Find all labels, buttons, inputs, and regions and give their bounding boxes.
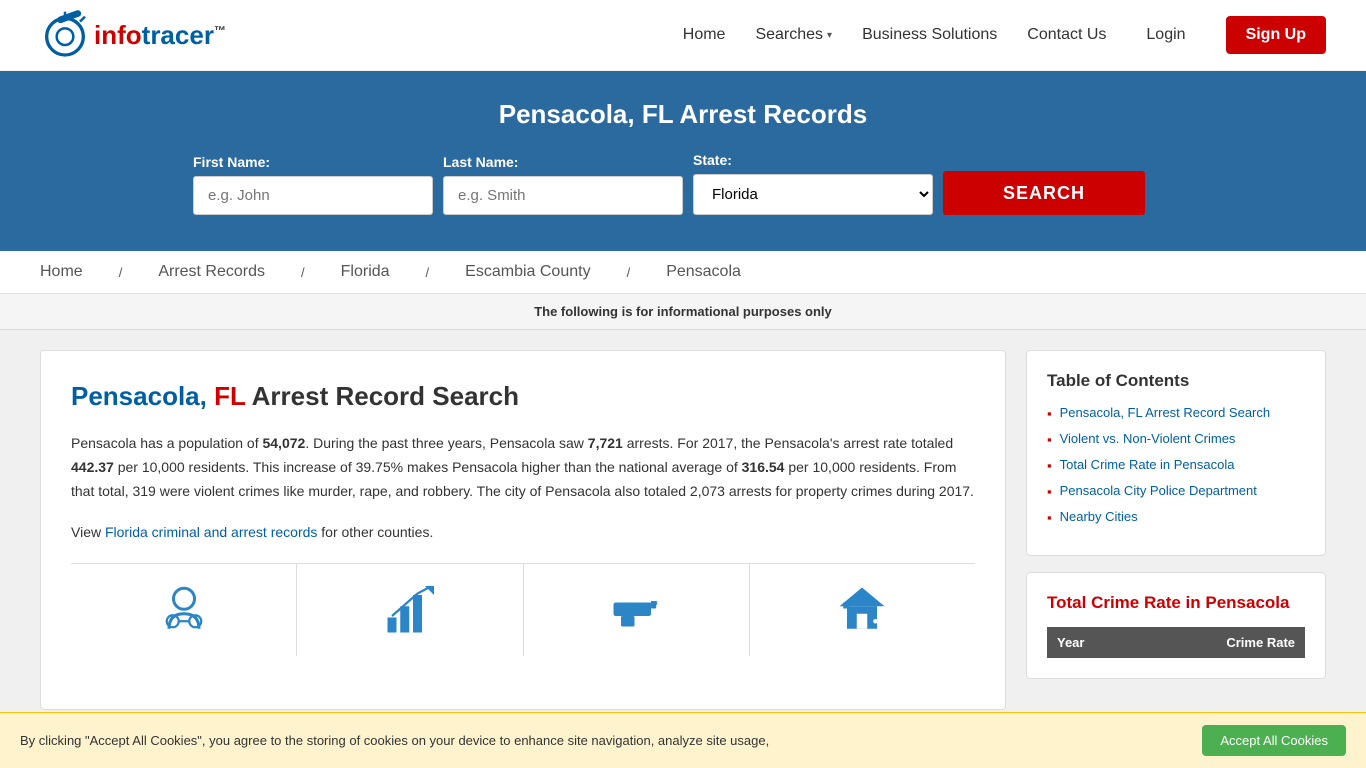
body-text-3: arrests. For 2017, the Pensacola's arres… [623, 435, 953, 451]
state-label: State: [693, 152, 732, 168]
search-button[interactable]: SEARCH [943, 171, 1145, 215]
breadcrumb-escambia[interactable]: Escambia County [465, 263, 590, 281]
cookie-bar-text: By clicking "Accept All Cookies", you ag… [20, 733, 1202, 748]
article-link-para: View Florida criminal and arrest records… [71, 521, 975, 545]
info-bar-text: The following is for informational purpo… [534, 304, 832, 319]
logo: infotracer™ [40, 10, 226, 60]
toc-item-4: Pensacola City Police Department [1047, 483, 1305, 499]
header: infotracer™ Home Searches ▾ Business Sol… [0, 0, 1366, 71]
search-form: First Name: Last Name: State: Florida Al… [193, 152, 1173, 215]
body-text-4: per 10,000 residents. This increase of 3… [114, 459, 742, 475]
last-name-group: Last Name: [443, 154, 683, 215]
breadcrumb-florida[interactable]: Florida [341, 263, 390, 281]
house-icon [832, 580, 892, 640]
main-nav: Home Searches ▾ Business Solutions Conta… [683, 16, 1326, 54]
icons-row [71, 563, 975, 656]
col-year: Year [1047, 627, 1137, 658]
crime-rate-title: Total Crime Rate in Pensacola [1047, 593, 1305, 613]
hero-section: Pensacola, FL Arrest Records First Name:… [0, 71, 1366, 251]
arrest-icon [154, 580, 214, 640]
nav-home[interactable]: Home [683, 26, 726, 44]
breadcrumb-sep2: / [301, 265, 305, 280]
breadcrumb-pensacola[interactable]: Pensacola [666, 263, 741, 281]
crime-rate-box: Total Crime Rate in Pensacola Year Crime… [1026, 572, 1326, 679]
icon-cell-4 [750, 564, 975, 656]
toc-item-3: Total Crime Rate in Pensacola [1047, 457, 1305, 473]
sidebar: Table of Contents Pensacola, FL Arrest R… [1026, 350, 1326, 710]
article-title: Pensacola, FL Arrest Record Search [71, 381, 975, 412]
icon-cell-3 [524, 564, 750, 656]
toc-link-3[interactable]: Total Crime Rate in Pensacola [1060, 457, 1235, 472]
toc-item-1: Pensacola, FL Arrest Record Search [1047, 405, 1305, 421]
nav-contact[interactable]: Contact Us [1027, 26, 1106, 44]
body-text-1: Pensacola has a population of [71, 435, 262, 451]
toc-title: Table of Contents [1047, 371, 1305, 391]
arrests-value: 7,721 [588, 435, 623, 451]
body-text-2: . During the past three years, Pensacola… [305, 435, 587, 451]
national-avg-value: 316.54 [742, 459, 785, 475]
info-bar: The following is for informational purpo… [0, 294, 1366, 330]
toc-item-2: Violent vs. Non-Violent Crimes [1047, 431, 1305, 447]
toc-link-4[interactable]: Pensacola City Police Department [1060, 483, 1257, 498]
first-name-group: First Name: [193, 154, 433, 215]
toc-box: Table of Contents Pensacola, FL Arrest R… [1026, 350, 1326, 556]
state-group: State: Florida Alabama Alaska Arizona Ca… [693, 152, 933, 215]
population-value: 54,072 [262, 435, 305, 451]
logo-red: info [94, 20, 142, 50]
last-name-label: Last Name: [443, 154, 518, 170]
hero-title: Pensacola, FL Arrest Records [40, 99, 1326, 130]
toc-link-5[interactable]: Nearby Cities [1060, 509, 1138, 524]
gun-icon [606, 580, 666, 640]
last-name-input[interactable] [443, 176, 683, 215]
nav-searches[interactable]: Searches ▾ [755, 26, 832, 44]
toc-link-2[interactable]: Violent vs. Non-Violent Crimes [1060, 431, 1236, 446]
breadcrumb: Home / Arrest Records / Florida / Escamb… [0, 251, 1366, 294]
nav-business[interactable]: Business Solutions [862, 26, 997, 44]
toc-item-5: Nearby Cities [1047, 509, 1305, 525]
breadcrumb-sep1: / [119, 265, 123, 280]
breadcrumb-sep3: / [426, 265, 430, 280]
article-city: Pensacola, [71, 381, 207, 411]
first-name-label: First Name: [193, 154, 270, 170]
state-select[interactable]: Florida Alabama Alaska Arizona Californi… [693, 174, 933, 215]
crime-rate-table: Year Crime Rate [1047, 627, 1305, 658]
accept-cookies-button[interactable]: Accept All Cookies [1202, 725, 1346, 756]
logo-icon [40, 10, 90, 60]
signup-button[interactable]: Sign Up [1226, 16, 1326, 54]
logo-blue: tracer [142, 20, 214, 50]
main-content: Pensacola, FL Arrest Record Search Pensa… [0, 330, 1366, 730]
icon-cell-1 [71, 564, 297, 656]
login-button[interactable]: Login [1136, 20, 1195, 50]
searches-chevron-icon: ▾ [827, 30, 832, 41]
cookie-bar: By clicking "Accept All Cookies", you ag… [0, 712, 1366, 768]
article-state: FL [214, 381, 245, 411]
col-crime-rate: Crime Rate [1137, 627, 1305, 658]
breadcrumb-sep4: / [627, 265, 631, 280]
toc-list: Pensacola, FL Arrest Record Search Viole… [1047, 405, 1305, 525]
logo-tm: ™ [214, 23, 226, 37]
article: Pensacola, FL Arrest Record Search Pensa… [40, 350, 1006, 710]
article-body: Pensacola has a population of 54,072. Du… [71, 432, 975, 503]
chart-icon [380, 580, 440, 640]
first-name-input[interactable] [193, 176, 433, 215]
link-suffix: for other counties. [317, 524, 433, 540]
florida-records-link[interactable]: Florida criminal and arrest records [105, 524, 317, 540]
toc-link-1[interactable]: Pensacola, FL Arrest Record Search [1060, 405, 1271, 420]
arrest-rate-value: 442.37 [71, 459, 114, 475]
breadcrumb-arrest-records[interactable]: Arrest Records [158, 263, 265, 281]
breadcrumb-home[interactable]: Home [40, 263, 83, 281]
article-title-rest: Arrest Record Search [252, 381, 519, 411]
icon-cell-2 [297, 564, 523, 656]
